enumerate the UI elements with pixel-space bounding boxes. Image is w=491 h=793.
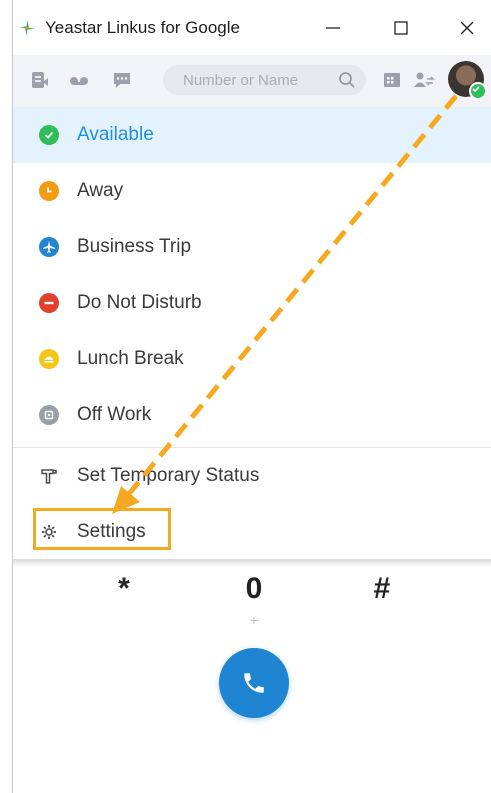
off-work-icon <box>39 405 59 425</box>
status-item-away[interactable]: Away <box>13 163 491 219</box>
minimize-button[interactable] <box>311 12 355 44</box>
dialpad-icon[interactable] <box>381 69 403 91</box>
status-item-do-not-disturb[interactable]: Do Not Disturb <box>13 275 491 331</box>
status-item-available[interactable]: Available <box>13 107 491 163</box>
toolbar <box>13 55 491 107</box>
maximize-icon <box>394 21 408 35</box>
settings-highlight-box <box>33 508 171 550</box>
airplane-icon <box>39 237 59 257</box>
status-item-off-work[interactable]: Off Work <box>13 387 491 443</box>
status-label: Business Trip <box>77 236 192 257</box>
status-label: Off Work <box>77 404 152 425</box>
set-temporary-status-item[interactable]: Set Temporary Status <box>13 448 491 504</box>
call-log-icon[interactable] <box>29 69 51 91</box>
status-label: Available <box>77 124 154 145</box>
status-item-lunch-break[interactable]: Lunch Break <box>13 331 491 387</box>
dialpad-key-star[interactable]: * <box>99 572 149 606</box>
call-button[interactable] <box>219 648 289 718</box>
set-temporary-status-label: Set Temporary Status <box>77 465 260 486</box>
dialpad-key-hash[interactable]: # <box>357 572 407 606</box>
chat-icon[interactable] <box>111 69 133 91</box>
linkus-window: Yeastar Linkus for Google Number or Name… <box>12 0 491 793</box>
status-label: Away <box>77 180 124 201</box>
phone-icon <box>244 673 264 693</box>
minimize-icon <box>326 27 340 29</box>
check-icon <box>39 125 59 145</box>
clock-icon <box>39 181 59 201</box>
available-status-badge <box>469 82 487 100</box>
status-label: Lunch Break <box>77 348 184 369</box>
dialpad-key-0[interactable]: 0 <box>229 572 279 606</box>
close-icon <box>460 21 474 35</box>
close-button[interactable] <box>445 12 489 44</box>
title-bar: Yeastar Linkus for Google <box>13 0 491 55</box>
search-box <box>163 65 366 95</box>
lunch-icon <box>39 349 59 369</box>
transfer-icon[interactable] <box>413 69 435 91</box>
status-label: Do Not Disturb <box>77 292 202 313</box>
dialpad-key-0-sub: + <box>249 612 259 628</box>
window-title: Yeastar Linkus for Google <box>45 18 240 37</box>
search-input[interactable] <box>183 69 333 91</box>
menu-shadow <box>13 559 491 567</box>
status-item-business-trip[interactable]: Business Trip <box>13 219 491 275</box>
avatar[interactable] <box>448 61 487 100</box>
search-icon[interactable] <box>338 71 356 89</box>
maximize-button[interactable] <box>379 12 423 44</box>
yeastar-logo-icon <box>19 20 35 36</box>
hammer-icon <box>39 466 59 486</box>
voicemail-icon[interactable] <box>68 69 90 91</box>
minus-icon <box>39 293 59 313</box>
